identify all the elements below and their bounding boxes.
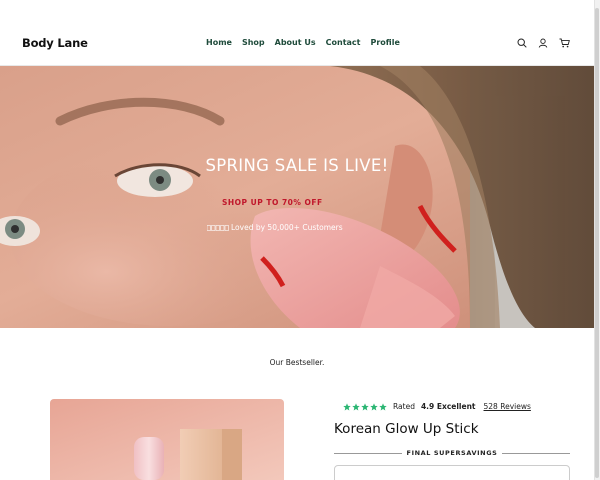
savings-divider: FINAL SUPERSAVINGS (334, 449, 570, 459)
hero-shop-link[interactable]: SHOP UP TO 70% OFF (222, 198, 323, 207)
hero-loved-text: Loved by 50,000+ Customers (206, 223, 343, 232)
rating-label: Rated (393, 402, 415, 411)
nav-profile[interactable]: Profile (370, 38, 399, 47)
reviews-link[interactable]: 528 Reviews (484, 402, 531, 411)
star-icon (361, 402, 369, 410)
hero-text-block: SPRING SALE IS LIVE! SHOP UP TO 70% OFF … (0, 66, 594, 328)
nav-shop[interactable]: Shop (242, 38, 265, 47)
product-rating: Rated 4.9 Excellent 528 Reviews (343, 402, 531, 411)
product-photo (50, 399, 284, 480)
main-nav: Home Shop About Us Contact Profile (206, 38, 400, 47)
nav-home[interactable]: Home (206, 38, 232, 47)
bundle-option[interactable] (334, 465, 570, 480)
savings-label-wrap: FINAL SUPERSAVINGS (334, 449, 570, 457)
hero-title: SPRING SALE IS LIVE! (205, 156, 389, 175)
star-icon (343, 402, 351, 410)
product-title: Korean Glow Up Stick (334, 421, 479, 437)
star-icon (370, 402, 378, 410)
product-image[interactable] (50, 399, 284, 480)
savings-label: FINAL SUPERSAVINGS (401, 449, 503, 457)
section-heading: Our Bestseller. (269, 358, 325, 367)
brand-logo[interactable]: Body Lane (22, 36, 88, 50)
hero-banner[interactable]: SPRING SALE IS LIVE! SHOP UP TO 70% OFF … (0, 66, 594, 328)
rating-value: 4.9 Excellent (420, 402, 476, 411)
header-icons (516, 37, 570, 49)
site-header: Body Lane Home Shop About Us Contact Pro… (0, 0, 600, 66)
hero-loved-label: Loved by 50,000+ Customers (231, 223, 343, 232)
cart-icon[interactable] (558, 37, 570, 49)
scrollbar-thumb[interactable] (595, 8, 599, 478)
nav-about-us[interactable]: About Us (275, 38, 316, 47)
rating-stars-icon (206, 225, 229, 231)
star-icon (352, 402, 360, 410)
star-icon (379, 402, 387, 410)
account-icon[interactable] (537, 37, 549, 49)
star-rating (343, 402, 387, 411)
search-icon[interactable] (516, 37, 528, 49)
nav-contact[interactable]: Contact (326, 38, 361, 47)
